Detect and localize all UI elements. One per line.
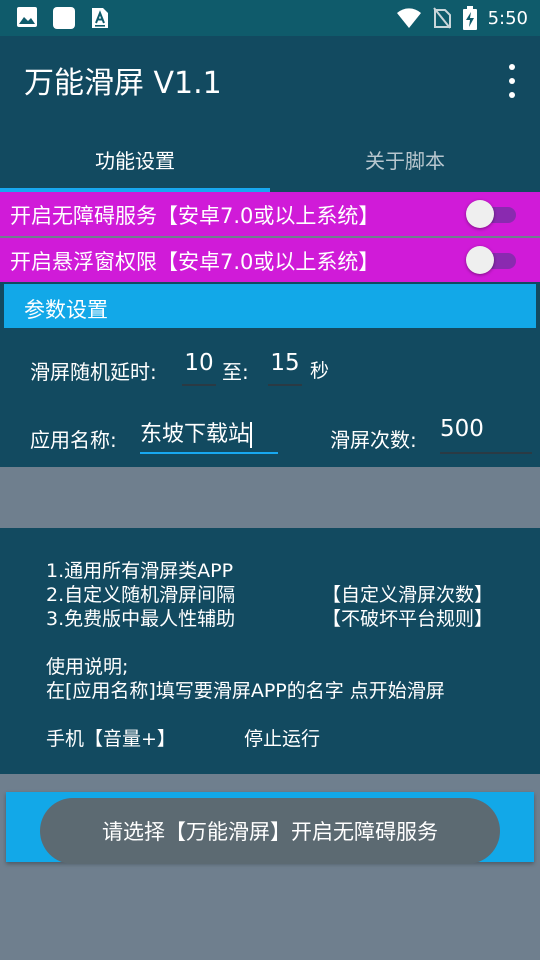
accessibility-switch[interactable] (466, 200, 516, 228)
feature-line-2: 2.自定义随机滑屏间隔 (46, 584, 236, 606)
tab-label: 功能设置 (95, 148, 175, 173)
feature-line-2-note: 【自定义滑屏次数】 (322, 584, 494, 606)
overlay-permission-label: 开启悬浮窗权限【安卓7.0或以上系统】 (10, 250, 380, 274)
count-label: 滑屏次数: (330, 428, 417, 452)
params-panel: 滑屏随机延时: 10 至: 15 秒 应用名称: 东坡下载站 滑屏次数: 500 (0, 330, 540, 467)
delay-max-input[interactable]: 15 (268, 350, 302, 386)
battery-charging-icon (462, 6, 477, 30)
app-square-icon (53, 7, 75, 29)
seconds-label: 秒 (310, 360, 330, 382)
count-input[interactable]: 500 (440, 416, 532, 454)
usage-title: 使用说明; (46, 656, 129, 678)
delay-label: 滑屏随机延时: (30, 360, 157, 384)
delay-min-input[interactable]: 10 (182, 350, 216, 386)
app-name-input[interactable]: 东坡下载站 (140, 416, 278, 454)
app-name-value: 东坡下载站 (140, 422, 251, 447)
params-header-title: 参数设置 (24, 298, 108, 322)
download-icon (92, 8, 108, 28)
info-panel: 1.通用所有滑屏类APP 2.自定义随机滑屏间隔 【自定义滑屏次数】 3.免费版… (0, 528, 540, 774)
text-cursor (250, 422, 253, 448)
volume-key-label: 手机【音量+】 (46, 728, 176, 750)
image-icon (17, 7, 37, 27)
feature-line-3: 3.免费版中最人性辅助 (46, 608, 236, 630)
usage-text: 在[应用名称]填写要滑屏APP的名字 点开始滑屏 (46, 680, 445, 702)
app-bar: 万能滑屏 V1.1 (0, 36, 540, 126)
status-bar-system: 5:50 (396, 6, 528, 30)
accessibility-permission-label: 开启无障碍服务【安卓7.0或以上系统】 (10, 204, 380, 228)
wifi-icon (396, 8, 421, 28)
toast-text: 请选择【万能滑屏】开启无障碍服务 (102, 820, 438, 844)
status-time: 5:50 (487, 7, 528, 29)
tab-function-settings[interactable]: 功能设置 (0, 126, 270, 192)
tab-about-script[interactable]: 关于脚本 (270, 126, 540, 192)
overlay-permission-row[interactable]: 开启悬浮窗权限【安卓7.0或以上系统】 (0, 238, 540, 282)
stop-run-label: 停止运行 (244, 728, 321, 750)
app-title: 万能滑屏 V1.1 (24, 66, 222, 101)
feature-line-1: 1.通用所有滑屏类APP (46, 560, 234, 582)
status-bar-notifications (16, 6, 110, 30)
accessibility-permission-row[interactable]: 开启无障碍服务【安卓7.0或以上系统】 (0, 192, 540, 236)
to-label: 至: (222, 360, 249, 384)
status-bar: 5:50 (0, 0, 540, 36)
app-name-label: 应用名称: (30, 428, 117, 452)
overlay-switch[interactable] (466, 246, 516, 274)
toast-message: 请选择【万能滑屏】开启无障碍服务 (40, 798, 500, 864)
feature-line-3-note: 【不破坏平台规则】 (322, 608, 494, 630)
tab-label: 关于脚本 (365, 148, 445, 173)
params-section-header: 参数设置 (0, 282, 540, 330)
no-sim-icon (432, 7, 451, 29)
more-vert-icon[interactable] (506, 64, 518, 98)
tab-bar: 功能设置 关于脚本 (0, 126, 540, 192)
